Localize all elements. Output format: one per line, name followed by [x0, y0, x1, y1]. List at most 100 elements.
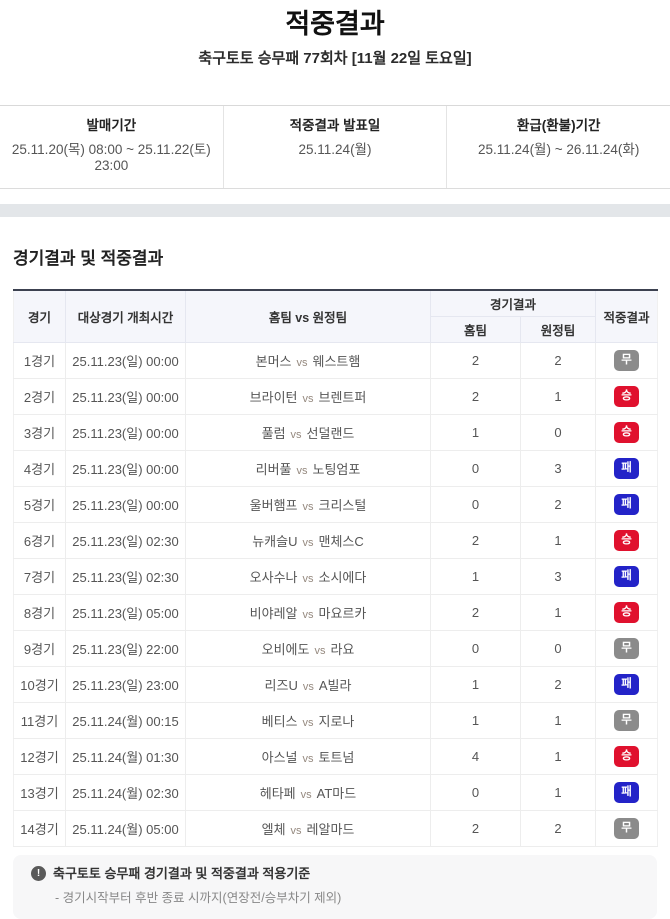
table-row: 9경기 25.11.23(일) 22:00 오비에도 vs 라요 0 0 무 — [13, 629, 659, 667]
home-score: 0 — [430, 629, 521, 667]
home-team: 뉴캐슬U — [252, 533, 298, 549]
away-score: 1 — [519, 521, 597, 559]
hit-result-cell: 무 — [595, 629, 659, 667]
match-time: 25.11.23(일) 22:00 — [65, 629, 186, 667]
match-number: 7경기 — [13, 557, 66, 595]
teams-cell: 리버풀 vs 노팅엄포 — [185, 449, 431, 487]
vs-label: vs — [302, 680, 314, 693]
hit-result-cell: 무 — [595, 701, 659, 739]
info-label: 적중결과 발표일 — [289, 118, 381, 133]
teams-cell: 비야레알 vs 마요르카 — [185, 593, 431, 631]
table-row: 5경기 25.11.23(일) 00:00 울버햄프 vs 크리스털 0 2 패 — [13, 485, 659, 523]
away-team: 소시에다 — [318, 569, 367, 585]
match-number: 3경기 — [13, 413, 66, 451]
home-team: 울버햄프 — [249, 497, 298, 513]
match-number: 12경기 — [13, 737, 66, 775]
teams-cell: 헤타페 vs AT마드 — [185, 773, 431, 811]
away-score: 3 — [519, 449, 597, 487]
home-score: 1 — [430, 413, 521, 451]
home-score: 0 — [430, 485, 521, 523]
note-line: - 경기시작부터 후반 종료 시까지(연장전/승부차기 제외) — [55, 890, 342, 905]
away-score: 1 — [519, 701, 597, 739]
away-team: 마요르카 — [318, 605, 367, 621]
match-time: 25.11.23(일) 00:00 — [65, 485, 186, 523]
home-team: 아스널 — [261, 749, 298, 765]
result-badge: 패 — [614, 493, 640, 515]
hit-result-cell: 패 — [595, 449, 659, 487]
away-score: 1 — [519, 737, 597, 775]
teams-cell: 리즈U vs A빌라 — [185, 665, 431, 703]
hit-result-cell: 승 — [595, 377, 659, 415]
away-team: 크리스털 — [318, 497, 367, 513]
match-number: 1경기 — [13, 341, 66, 379]
col-header-hit: 적중결과 — [595, 289, 659, 343]
result-badge: 승 — [614, 601, 640, 623]
home-score: 2 — [430, 593, 521, 631]
home-team: 리버풀 — [255, 461, 292, 477]
home-team: 오사수나 — [249, 569, 298, 585]
match-time: 25.11.24(월) 00:15 — [65, 701, 186, 739]
teams-cell: 본머스 vs 웨스트햄 — [185, 341, 431, 379]
table-row: 7경기 25.11.23(일) 02:30 오사수나 vs 소시에다 1 3 패 — [13, 557, 659, 595]
table-row: 2경기 25.11.23(일) 00:00 브라이턴 vs 브렌트퍼 2 1 승 — [13, 377, 659, 415]
result-badge: 패 — [614, 781, 640, 803]
home-score: 2 — [430, 341, 521, 379]
hit-result-cell: 승 — [595, 737, 659, 775]
home-score: 2 — [430, 809, 521, 847]
hit-result-cell: 무 — [595, 809, 659, 847]
table-row: 13경기 25.11.24(월) 02:30 헤타페 vs AT마드 0 1 패 — [13, 773, 659, 811]
teams-cell: 아스널 vs 토트넘 — [185, 737, 431, 775]
vs-label: vs — [302, 500, 314, 513]
vs-label: vs — [302, 608, 314, 621]
criteria-note-box: ! 축구토토 승무패 경기결과 및 적중결과 적용기준 - 경기시작부터 후반 … — [13, 854, 657, 919]
match-number: 13경기 — [13, 773, 66, 811]
table-row: 6경기 25.11.23(일) 02:30 뉴캐슬U vs 맨체스C 2 1 승 — [13, 521, 659, 559]
teams-cell: 오비에도 vs 라요 — [185, 629, 431, 667]
match-time: 25.11.23(일) 02:30 — [65, 557, 186, 595]
exclamation-icon: ! — [31, 866, 46, 881]
away-score: 1 — [519, 773, 597, 811]
info-col-refund-period: 환급(환불)기간 25.11.24(월) ~ 26.11.24(화) — [446, 106, 670, 188]
col-header-match: 경기 — [13, 289, 66, 343]
home-team: 엘체 — [261, 821, 286, 837]
hit-result-cell: 승 — [595, 521, 659, 559]
match-time: 25.11.23(일) 00:00 — [65, 449, 186, 487]
away-team: 토트넘 — [318, 749, 355, 765]
results-section-title: 경기결과 및 적중결과 — [13, 249, 164, 268]
match-time: 25.11.23(일) 05:00 — [65, 593, 186, 631]
away-team: AT마드 — [316, 785, 357, 801]
match-time: 25.11.23(일) 00:00 — [65, 413, 186, 451]
result-badge: 무 — [614, 637, 640, 659]
home-score: 4 — [430, 737, 521, 775]
result-badge: 무 — [614, 817, 640, 839]
away-team: 브렌트퍼 — [318, 389, 367, 405]
match-time: 25.11.23(일) 00:00 — [65, 341, 186, 379]
home-score: 2 — [430, 521, 521, 559]
col-header-home: 홈팀 — [430, 315, 521, 343]
section-divider-band — [0, 204, 670, 217]
info-col-sale-period: 발매기간 25.11.20(목) 08:00 ~ 25.11.22(토) 23:… — [0, 106, 223, 188]
result-badge: 승 — [614, 529, 640, 551]
match-time: 25.11.24(월) 02:30 — [65, 773, 186, 811]
match-number: 10경기 — [13, 665, 66, 703]
results-table-body: 1경기 25.11.23(일) 00:00 본머스 vs 웨스트햄 2 2 무 2경… — [13, 341, 659, 847]
home-team: 베티스 — [261, 713, 298, 729]
home-score: 0 — [430, 773, 521, 811]
home-score: 2 — [430, 377, 521, 415]
hit-result-cell: 패 — [595, 485, 659, 523]
vs-label: vs — [302, 716, 314, 729]
teams-cell: 뉴캐슬U vs 맨체스C — [185, 521, 431, 559]
home-team: 비야레알 — [249, 605, 298, 621]
away-score: 3 — [519, 557, 597, 595]
home-team: 풀럼 — [261, 425, 286, 441]
hit-result-cell: 패 — [595, 557, 659, 595]
info-value: 25.11.24(월) — [298, 142, 372, 157]
match-time: 25.11.23(일) 00:00 — [65, 377, 186, 415]
home-team: 리즈U — [264, 677, 298, 693]
away-score: 2 — [519, 665, 597, 703]
result-badge: 승 — [614, 421, 640, 443]
result-badge: 승 — [614, 745, 640, 767]
home-team: 본머스 — [255, 353, 292, 369]
match-number: 2경기 — [13, 377, 66, 415]
away-team: 노팅엄포 — [312, 461, 361, 477]
